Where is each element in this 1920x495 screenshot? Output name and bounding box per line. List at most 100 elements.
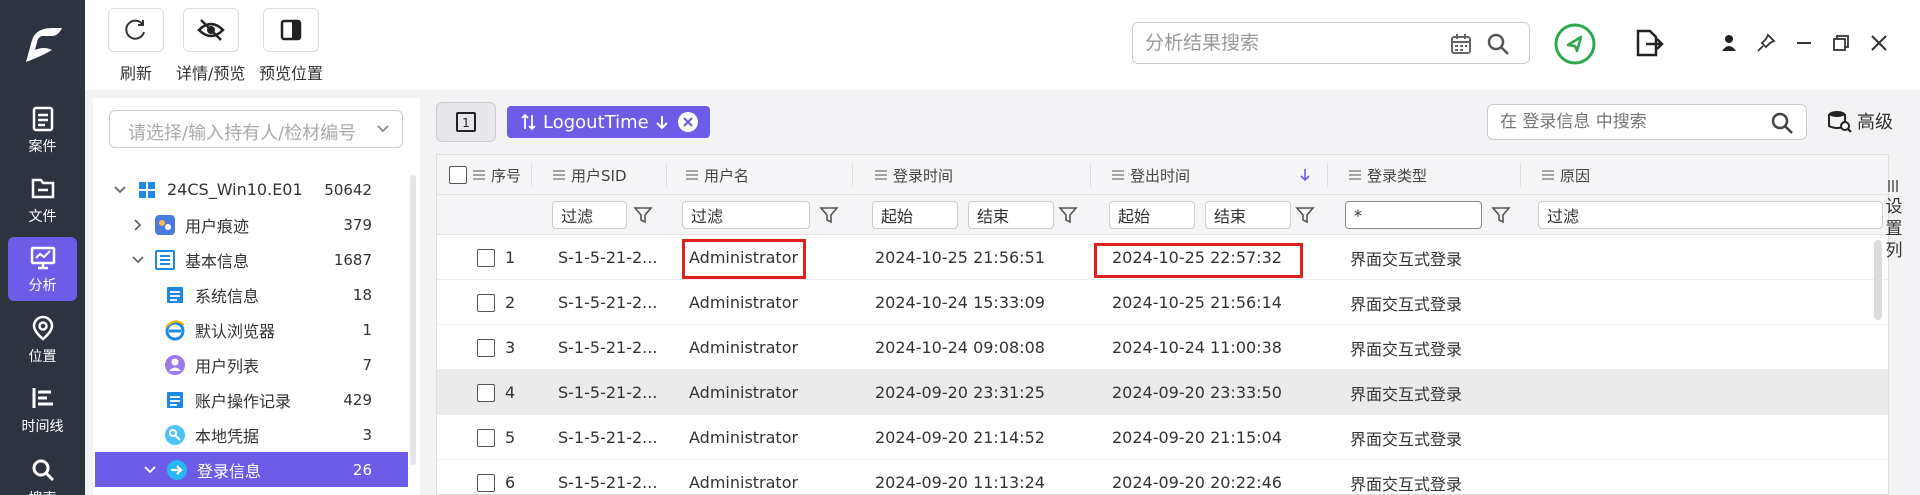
calendar-icon[interactable] — [1449, 32, 1473, 56]
advanced-label: 高级 — [1857, 112, 1893, 133]
single-column-view-button[interactable]: 1 — [436, 102, 496, 142]
location-pin-icon — [32, 315, 53, 341]
search-icon[interactable] — [1485, 31, 1511, 57]
nav-case[interactable]: 案件 — [8, 98, 77, 162]
user-icon — [163, 353, 187, 377]
analysis-search-input[interactable] — [1145, 29, 1445, 57]
refresh-button[interactable]: 刷新 — [108, 8, 164, 84]
table-row[interactable]: 5 S-1-5-21-2... Administrator 2024-09-20… — [437, 415, 1888, 460]
row-sid: S-1-5-21-2... — [558, 473, 658, 492]
nav-search[interactable]: 搜索 — [8, 450, 77, 495]
sidebar-scrollbar[interactable] — [410, 175, 416, 465]
user-icon[interactable] — [1717, 31, 1741, 55]
holder-select[interactable]: 请选择/输入持有人/检材编号 — [109, 110, 403, 148]
column-login-type[interactable]: 登录类型 — [1349, 155, 1427, 195]
restore-icon[interactable] — [1829, 31, 1853, 55]
row-checkbox[interactable] — [477, 248, 495, 267]
pin-icon[interactable] — [1754, 31, 1778, 55]
column-divider[interactable] — [531, 163, 532, 187]
chevron-right-icon[interactable] — [131, 218, 145, 232]
login-end-input[interactable]: 结束 — [968, 201, 1054, 229]
filter-icon[interactable] — [1491, 205, 1511, 225]
tree-item-login-info[interactable]: 登录信息 26 — [95, 452, 408, 487]
row-checkbox[interactable] — [477, 383, 495, 402]
column-sid[interactable]: 用户SID — [553, 155, 627, 195]
nav-label: 搜索 — [29, 488, 57, 495]
preview-position-button[interactable]: 预览位置 — [259, 8, 323, 84]
column-username[interactable]: 用户名 — [686, 155, 749, 195]
nav-timeline[interactable]: 时间线 — [8, 378, 77, 442]
close-icon[interactable] — [1867, 31, 1891, 55]
tree-item-default-browser[interactable]: 默认浏览器 1 — [93, 312, 408, 347]
tree-item-count: 7 — [362, 355, 372, 374]
row-logout-time: 2024-09-20 21:15:04 — [1112, 428, 1282, 447]
column-logout-time[interactable]: 登出时间 — [1112, 155, 1190, 195]
filter-icon[interactable] — [1295, 205, 1315, 225]
column-divider[interactable] — [852, 163, 853, 187]
row-checkbox[interactable] — [477, 293, 495, 312]
nav-analysis[interactable]: 分析 — [8, 237, 77, 301]
login-type-filter-input[interactable]: * — [1345, 201, 1482, 229]
column-no[interactable]: 序号 — [449, 155, 521, 195]
column-divider[interactable] — [1520, 163, 1521, 187]
row-checkbox[interactable] — [477, 338, 495, 357]
settings-column-tab[interactable]: 设置列 — [1883, 180, 1905, 262]
table-row[interactable]: 2 S-1-5-21-2... Administrator 2024-10-24… — [437, 280, 1888, 325]
row-checkbox[interactable] — [477, 473, 495, 492]
chevron-down-icon[interactable] — [113, 183, 127, 197]
logout-start-input[interactable]: 起始 — [1109, 201, 1195, 229]
filter-icon[interactable] — [819, 205, 839, 225]
sid-filter-input[interactable]: 过滤 — [552, 201, 627, 229]
row-no: 5 — [505, 428, 516, 447]
advanced-search-button[interactable]: 高级 — [1827, 108, 1893, 134]
login-start-input[interactable]: 起始 — [872, 201, 958, 229]
highlight-box — [682, 239, 806, 279]
row-checkbox[interactable] — [477, 428, 495, 447]
row-no: 2 — [505, 293, 516, 312]
row-logout-time: 2024-09-20 20:22:46 — [1112, 473, 1282, 492]
select-all-checkbox[interactable] — [449, 166, 467, 184]
tree-item-evidence[interactable]: 24CS_Win10.E01 50642 — [93, 172, 408, 207]
reason-filter-input[interactable]: 过滤 — [1538, 201, 1883, 229]
refresh-icon — [125, 19, 145, 40]
tree-item-count: 379 — [343, 215, 372, 234]
tree-item-system-info[interactable]: 系统信息 18 — [93, 277, 408, 312]
tree-item-account-log[interactable]: 账户操作记录 429 — [93, 382, 408, 417]
nav-location[interactable]: 位置 — [8, 308, 77, 372]
table-scrollbar[interactable] — [1874, 240, 1882, 320]
tree-item-local-credentials[interactable]: 本地凭据 3 — [93, 417, 408, 452]
layout-one-icon: 1 — [456, 112, 476, 132]
column-reason[interactable]: 原因 — [1542, 155, 1590, 195]
login-icon — [165, 458, 189, 482]
columns-icon — [1888, 180, 1898, 192]
minimize-icon[interactable] — [1792, 31, 1816, 55]
detail-preview-button[interactable]: 详情/预览 — [176, 8, 245, 84]
tree-item-user-list[interactable]: 用户列表 7 — [93, 347, 408, 382]
column-login-time[interactable]: 登录时间 — [875, 155, 953, 195]
export-icon[interactable] — [1632, 27, 1664, 59]
logout-end-input[interactable]: 结束 — [1205, 201, 1291, 229]
filter-icon[interactable] — [1058, 205, 1078, 225]
sort-chip[interactable]: LogoutTime — [507, 106, 710, 138]
table-row[interactable]: 3 S-1-5-21-2... Administrator 2024-10-24… — [437, 325, 1888, 370]
status-check-icon[interactable] — [1554, 23, 1596, 65]
holder-select-placeholder: 请选择/输入持有人/检材编号 — [128, 123, 357, 144]
tree-item-basic-info[interactable]: 基本信息 1687 — [93, 242, 408, 277]
sort-desc-icon[interactable] — [1299, 167, 1311, 183]
column-divider[interactable] — [666, 163, 667, 187]
table-row[interactable]: 4 S-1-5-21-2... Administrator 2024-09-20… — [437, 370, 1888, 415]
chevron-down-icon[interactable] — [143, 463, 157, 477]
column-divider[interactable] — [1327, 163, 1328, 187]
nav-file[interactable]: 文件 — [8, 168, 77, 232]
table-row[interactable]: 6 S-1-5-21-2... Administrator 2024-09-20… — [437, 460, 1888, 495]
filter-icon[interactable] — [633, 205, 653, 225]
tree-item-user-trace[interactable]: 用户痕迹 379 — [93, 207, 408, 242]
column-divider[interactable] — [1090, 163, 1091, 187]
chevron-down-icon[interactable] — [131, 253, 145, 267]
table-search-input[interactable] — [1500, 110, 1750, 134]
windows-icon — [135, 178, 159, 202]
username-filter-input[interactable]: 过滤 — [682, 201, 810, 229]
remove-sort-button[interactable] — [678, 112, 698, 132]
clipboard-icon — [32, 106, 53, 132]
search-icon[interactable] — [1770, 111, 1794, 135]
